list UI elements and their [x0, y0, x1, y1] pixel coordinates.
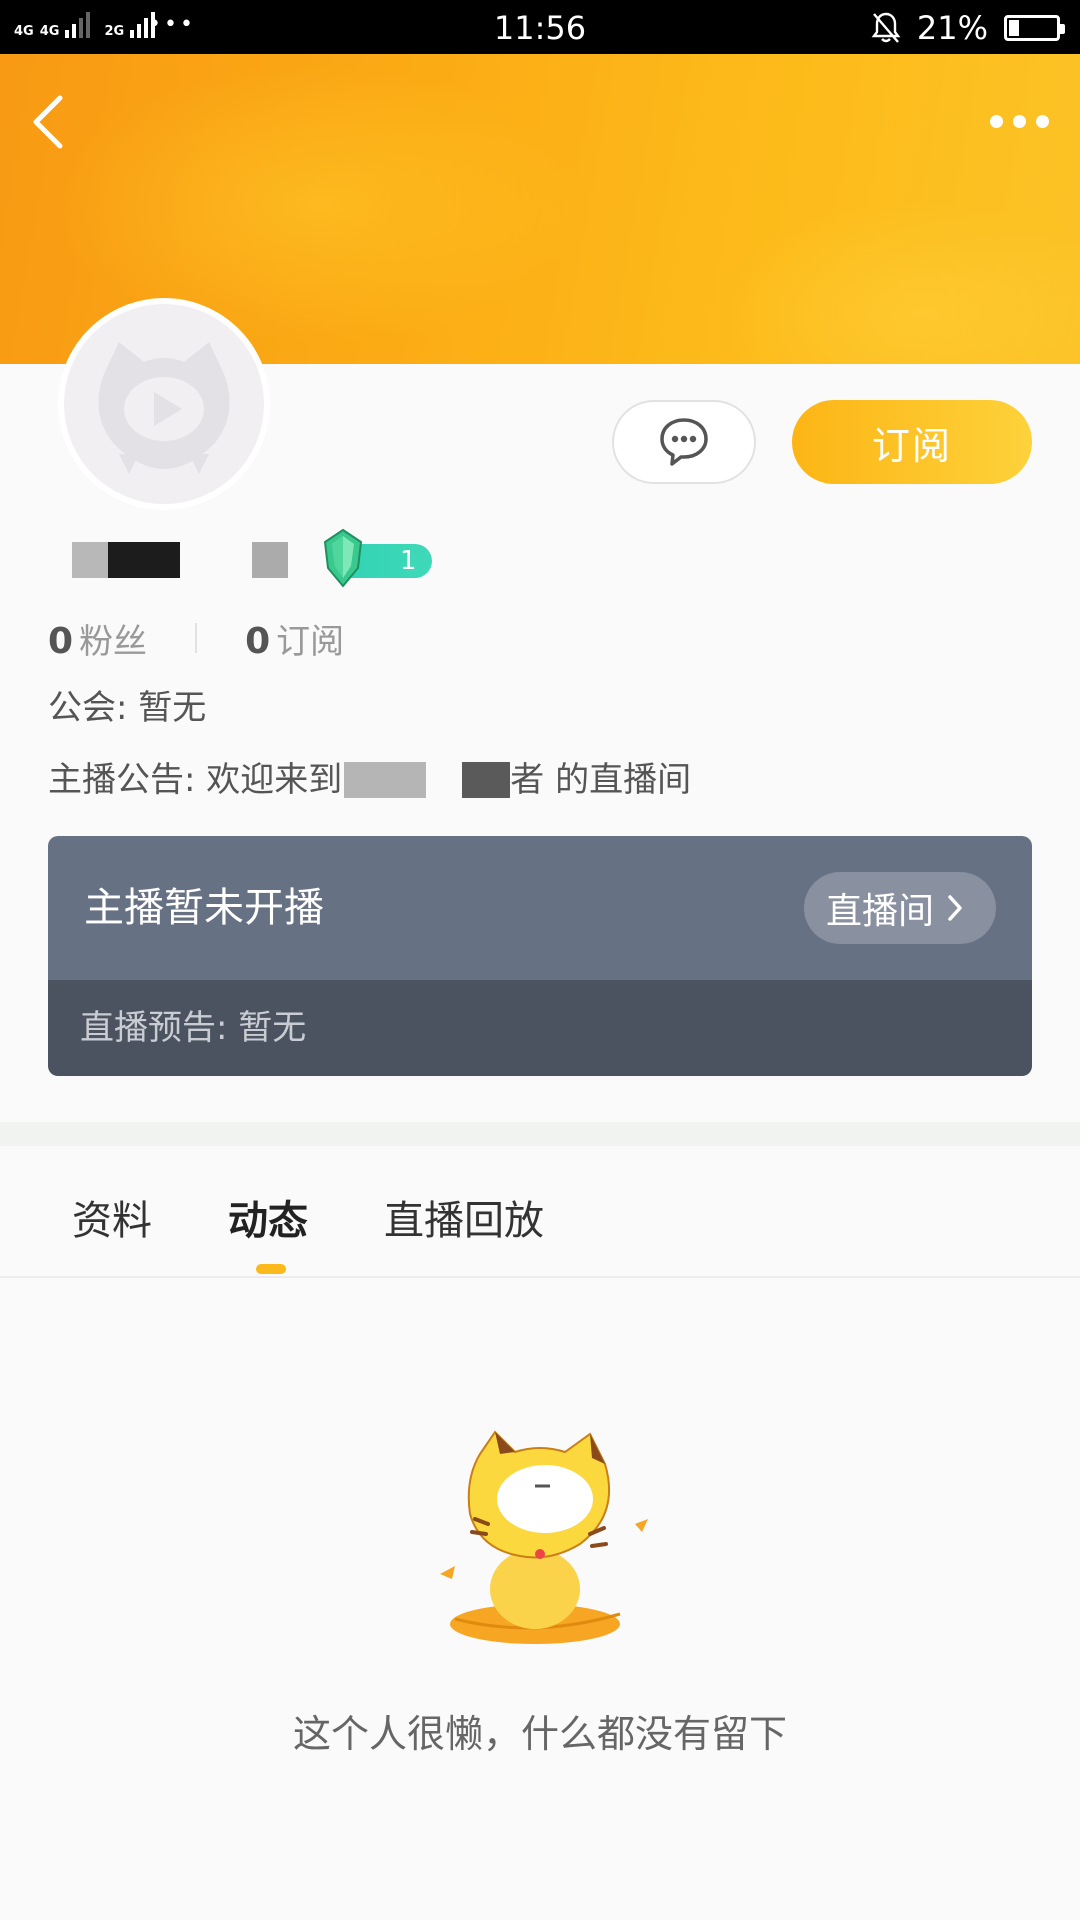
bell-muted-icon — [871, 12, 901, 43]
subscriptions-label: 订阅 — [276, 621, 345, 662]
battery-icon — [1004, 15, 1065, 41]
notice-prefix: 主播公告: 欢迎来到 — [48, 760, 343, 800]
gem-icon — [323, 528, 363, 588]
live-status-text: 主播暂未开播 — [84, 885, 324, 931]
live-status-card: 主播暂未开播 直播间 直播预告: 暂无 — [48, 836, 1032, 1076]
chevron-right-icon — [948, 895, 962, 921]
live-preview-text: 直播预告: 暂无 — [80, 1008, 307, 1048]
profile-tabs: 资料 动态 直播回放 — [0, 1146, 1080, 1278]
divider — [195, 623, 198, 653]
chevron-left-icon — [33, 95, 63, 149]
redacted-name — [72, 542, 108, 578]
redacted-name — [462, 762, 511, 798]
empty-state-text: 这个人很懒，什么都没有留下 — [292, 1712, 787, 1756]
subscriptions-stat[interactable]: 0 订阅 — [245, 614, 344, 663]
streamer-notice: 主播公告: 欢迎来到 者 的直播间 — [48, 756, 691, 804]
profile-stats: 0 粉丝 0 订阅 — [48, 614, 344, 662]
back-button[interactable] — [28, 90, 76, 154]
redacted-name — [344, 762, 427, 798]
live-room-button[interactable]: 直播间 — [803, 872, 996, 944]
subscribe-button[interactable]: 订阅 — [792, 400, 1032, 484]
live-room-label: 直播间 — [825, 891, 934, 932]
fans-label: 粉丝 — [79, 621, 148, 662]
battery-fill — [1009, 20, 1019, 36]
default-avatar-icon — [64, 304, 264, 504]
active-tab-indicator — [256, 1264, 286, 1274]
status-bar: 4G 4G 2G ••• 11:56 21% — [0, 0, 1080, 54]
guild-info: 公会: 暂无 — [48, 688, 207, 728]
username-row: 1 — [72, 528, 472, 588]
fans-stat[interactable]: 0 粉丝 — [48, 614, 147, 663]
level-number: 1 — [400, 546, 417, 576]
section-divider — [0, 1122, 1080, 1146]
more-dots-icon — [990, 114, 1003, 128]
avatar[interactable] — [58, 298, 270, 510]
more-button[interactable] — [990, 106, 1050, 136]
empty-state-mascot-icon — [440, 1430, 648, 1644]
notice-suffix: 者 的直播间 — [510, 760, 692, 800]
message-button[interactable] — [612, 400, 756, 484]
fans-count: 0 — [48, 620, 74, 662]
tab-replays[interactable]: 直播回放 — [384, 1194, 544, 1248]
chat-bubble-icon — [660, 418, 708, 466]
battery-percent: 21% — [916, 9, 988, 47]
redacted-name — [252, 542, 288, 578]
tab-profile-info[interactable]: 资料 — [72, 1194, 152, 1248]
redacted-name — [108, 542, 180, 578]
subscriptions-count: 0 — [245, 620, 271, 662]
tab-activity[interactable]: 动态 — [228, 1194, 308, 1248]
